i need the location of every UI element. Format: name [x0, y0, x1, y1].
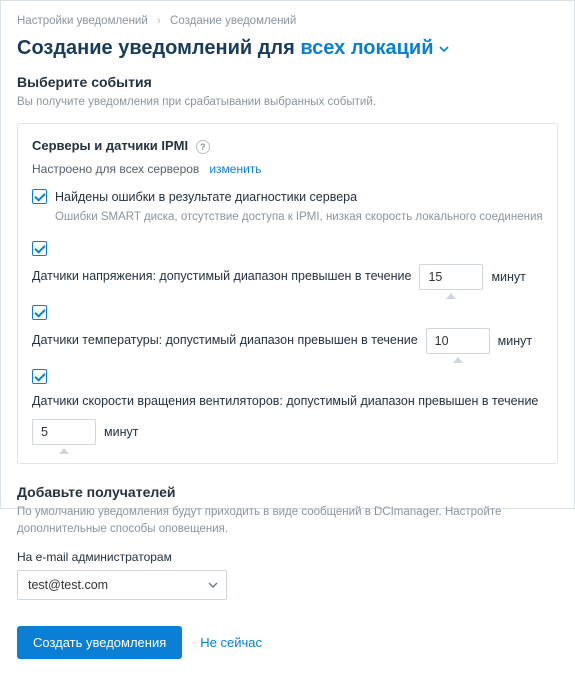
- voltage-unit: минут: [491, 270, 525, 284]
- event-diagnostics-label: Найдены ошибки в результате диагностики …: [55, 188, 543, 226]
- voltage-input-wrap: [419, 264, 483, 290]
- voltage-minutes-input[interactable]: [419, 264, 483, 290]
- card-title-text: Серверы и датчики IPMI: [32, 138, 188, 153]
- card-scope-text: Настроено для всех серверов: [32, 162, 199, 176]
- checkbox-fan[interactable]: [32, 369, 47, 384]
- temperature-minutes-input[interactable]: [426, 328, 490, 354]
- checkbox-diagnostics[interactable]: [32, 189, 47, 204]
- event-diagnostics-desc: Ошибки SMART диска, отсутствие доступа к…: [55, 209, 543, 226]
- breadcrumb-current: Создание уведомлений: [170, 15, 296, 27]
- change-scope-link[interactable]: изменить: [209, 162, 261, 176]
- event-diagnostics: Найдены ошибки в результате диагностики …: [32, 188, 543, 226]
- breadcrumb: Настройки уведомлений › Создание уведомл…: [17, 15, 558, 27]
- chevron-right-icon: ›: [157, 15, 161, 27]
- fan-unit: минут: [104, 425, 138, 439]
- event-temperature: Датчики температуры: допустимый диапазон…: [32, 304, 543, 354]
- fan-input-wrap: [32, 419, 96, 445]
- event-voltage: Датчики напряжения: допустимый диапазон …: [32, 240, 543, 290]
- event-voltage-label: Датчики напряжения: допустимый диапазон …: [32, 267, 411, 286]
- recipients-heading: Добавьте получателей: [17, 484, 558, 500]
- actions-bar: Создать уведомления Не сейчас: [17, 626, 558, 659]
- breadcrumb-parent[interactable]: Настройки уведомлений: [17, 15, 148, 27]
- cancel-button[interactable]: Не сейчас: [200, 635, 262, 650]
- event-fan-label: Датчики скорости вращения вентиляторов: …: [32, 392, 538, 411]
- scope-label: всех локаций: [300, 37, 433, 59]
- events-hint: Вы получите уведомления при срабатывании…: [17, 94, 558, 111]
- events-heading: Выберите события: [17, 74, 558, 90]
- page-title-prefix: Создание уведомлений для: [17, 37, 300, 59]
- event-diagnostics-title: Найдены ошибки в результате диагностики …: [55, 190, 357, 204]
- chevron-down-icon: [208, 580, 218, 590]
- temperature-input-wrap: [426, 328, 490, 354]
- email-field-label: На e-mail администраторам: [17, 550, 558, 564]
- fan-minutes-input[interactable]: [32, 419, 96, 445]
- event-fan: Датчики скорости вращения вентиляторов: …: [32, 368, 543, 445]
- card-title: Серверы и датчики IPMI ?: [32, 138, 543, 154]
- page-title: Создание уведомлений для всех локаций: [17, 37, 558, 60]
- events-card: Серверы и датчики IPMI ? Настроено для в…: [17, 123, 558, 463]
- card-scope: Настроено для всех серверов изменить: [32, 162, 543, 176]
- email-select[interactable]: test@test.com: [17, 570, 227, 600]
- help-icon[interactable]: ?: [196, 140, 210, 154]
- temperature-unit: минут: [498, 334, 532, 348]
- event-temperature-label: Датчики температуры: допустимый диапазон…: [32, 331, 418, 350]
- scope-selector[interactable]: всех локаций: [300, 37, 449, 59]
- submit-button[interactable]: Создать уведомления: [17, 626, 182, 659]
- checkbox-voltage[interactable]: [32, 241, 47, 256]
- chevron-down-icon: [438, 43, 450, 55]
- checkbox-temperature[interactable]: [32, 305, 47, 320]
- email-select-value: test@test.com: [28, 578, 108, 592]
